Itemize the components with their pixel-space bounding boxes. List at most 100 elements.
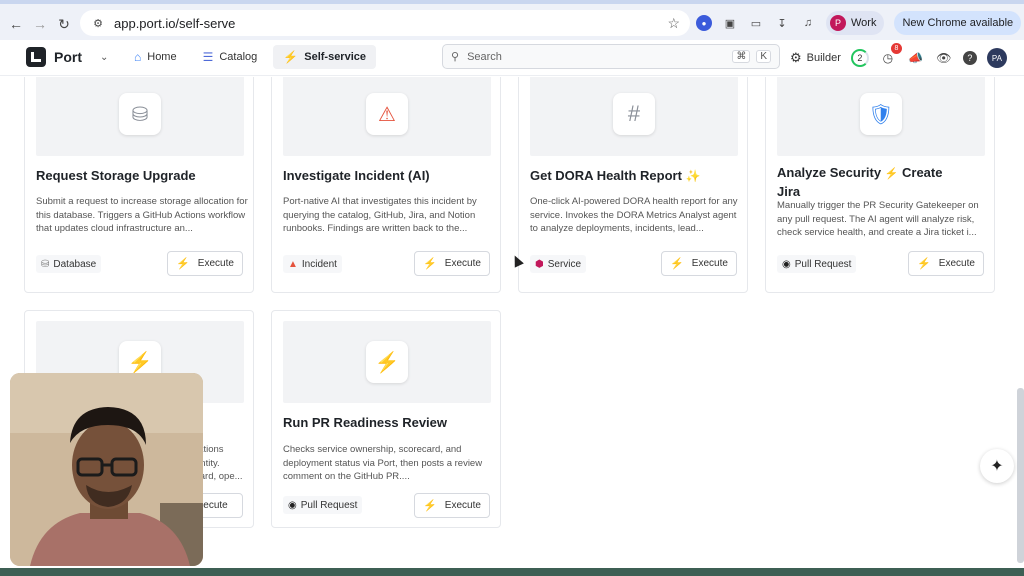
action-card-run-pr-readiness-review: ⚡ Run PR Readiness Review Checks service…	[271, 310, 501, 528]
user-avatar[interactable]: PA	[986, 48, 1007, 68]
execute-button[interactable]: ⚡ Execute	[167, 251, 243, 276]
scrollbar-thumb[interactable]	[1017, 388, 1024, 563]
card-title-part2: Create	[902, 165, 943, 180]
database-icon: ⛁	[119, 93, 161, 135]
bolt-icon: ⚡	[283, 50, 299, 64]
home-icon: ⌂	[134, 50, 142, 64]
extensions-puzzle-icon[interactable]: ▣	[722, 15, 738, 31]
card-title-text: Get DORA Health Report	[530, 168, 682, 183]
chrome-update-button[interactable]: New Chrome available	[894, 11, 1022, 35]
hash-icon: #	[613, 93, 655, 135]
bookmark-star-icon[interactable]: ☆	[667, 15, 680, 32]
card-description: Port-native AI that investigates this in…	[283, 196, 477, 234]
port-logo-icon	[26, 47, 46, 67]
database-icon: ⛁	[41, 258, 50, 270]
execute-button[interactable]: ⚡ Execute	[414, 251, 490, 276]
address-bar[interactable]: ⚙ app.port.io/self-serve ☆	[80, 10, 690, 36]
card-tag[interactable]: ▲ Incident	[283, 255, 342, 273]
search-icon: ⚲	[451, 51, 460, 63]
card-thumbnail: ⛁	[36, 77, 244, 156]
card-tag-label: Database	[53, 258, 97, 270]
reload-icon[interactable]: ↻	[52, 12, 76, 36]
download-icon[interactable]: ↧	[774, 15, 790, 31]
bolt-icon: ⚡	[423, 500, 437, 512]
browser-toolbar-right: ● ▣ ▭ ↧ ♫ P Work New Chrome available	[696, 10, 1022, 36]
sparkle-icon: ✨	[685, 169, 701, 183]
action-card-investigate-incident: ⚠ Investigate Incident (AI) Port-native …	[271, 77, 501, 293]
execute-label: Execute	[444, 500, 481, 511]
card-tag-label: Service	[547, 258, 582, 270]
sparkle-icon: ✦	[990, 458, 1004, 475]
card-title-part1: Analyze Security	[777, 165, 882, 180]
builder-button[interactable]: ⚙ Builder	[790, 50, 841, 66]
card-description: rations entity. card, ope...	[195, 444, 243, 482]
presenter-video	[10, 373, 203, 566]
media-control-icon[interactable]: ♫	[800, 15, 816, 31]
search-placeholder: Search	[467, 50, 502, 63]
bolt-icon: ⚡	[366, 341, 408, 383]
execute-button[interactable]: ⚡ Execute	[661, 251, 737, 276]
browser-chrome: ← → ↻ ⚙ app.port.io/self-serve ☆ ● ▣ ▭ ↧…	[0, 0, 1024, 40]
execute-button[interactable]: ⚡ Execute	[414, 493, 490, 518]
notifications-button[interactable]: ◷ 8	[879, 43, 902, 67]
back-icon[interactable]: ←	[4, 12, 28, 36]
profile-button[interactable]: P Work	[826, 11, 885, 35]
card-tag-label: Pull Request	[300, 499, 358, 511]
github-icon: ◉	[288, 499, 297, 511]
execute-label: Execute	[197, 258, 234, 269]
card-tag[interactable]: ⛁ Database	[36, 255, 102, 273]
nav-home-label: Home	[147, 51, 177, 63]
profile-avatar: P	[830, 15, 846, 31]
chevron-down-icon[interactable]: ⌄	[100, 52, 108, 63]
top-nav: ⌂ Home ☰ Catalog ⚡ Self-service	[124, 45, 376, 69]
app-header: Port ⌄ ⌂ Home ☰ Catalog ⚡ Self-service ⚲…	[0, 40, 1024, 76]
builder-label: Builder	[806, 52, 841, 64]
search-input[interactable]: ⚲ Search ⌘ K	[442, 44, 780, 69]
card-description: Checks service ownership, scorecard, and…	[283, 444, 483, 482]
ai-assistant-button[interactable]: ✦	[980, 449, 1014, 483]
execute-label: Execute	[444, 258, 481, 269]
page-scrollbar[interactable]	[1017, 77, 1024, 576]
card-description: Submit a request to increase storage all…	[36, 196, 248, 234]
gear-icon: ⚙	[790, 50, 802, 65]
shield-icon: 🛡	[860, 93, 902, 135]
desktop-strip	[0, 568, 1024, 576]
search-shortcut: ⌘ K	[732, 50, 771, 63]
cast-icon[interactable]: ▭	[748, 15, 764, 31]
nav-self-service[interactable]: ⚡ Self-service	[273, 45, 376, 69]
nav-home[interactable]: ⌂ Home	[124, 45, 187, 69]
notifications-badge: 8	[890, 43, 902, 54]
help-icon[interactable]: ?	[962, 51, 977, 65]
announcements-icon[interactable]: 📣	[907, 49, 925, 67]
execute-label: Execute	[691, 258, 728, 269]
card-description: One-click AI-powered DORA health report …	[530, 196, 738, 234]
extension-icon[interactable]: ●	[696, 15, 712, 31]
bolt-icon: ⚡	[884, 168, 899, 180]
card-tag[interactable]: ⬢ Service	[530, 255, 587, 273]
cube-icon: ⬢	[535, 258, 544, 270]
action-card-analyze-security: 🛡 Analyze Security ⚡ Create Jira Manuall…	[765, 77, 995, 293]
eye-icon[interactable]: 👁	[935, 49, 953, 67]
port-logo[interactable]: Port ⌄	[26, 47, 108, 67]
warning-icon: ▲	[288, 258, 298, 270]
onboarding-progress[interactable]: 2	[850, 49, 869, 67]
action-card-request-storage-upgrade: ⛁ Request Storage Upgrade Submit a reque…	[24, 77, 254, 293]
bolt-icon: ⚡	[423, 258, 437, 270]
profile-name: Work	[851, 17, 877, 29]
card-title-part3: Jira	[777, 184, 801, 199]
card-title: Investigate Incident (AI)	[283, 168, 430, 183]
bolt-icon: ⚡	[670, 258, 684, 270]
card-tag[interactable]: ◉ Pull Request	[777, 255, 857, 273]
webcam-overlay	[10, 373, 203, 566]
logo-text: Port	[54, 49, 82, 65]
warning-icon: ⚠	[366, 93, 408, 135]
execute-button[interactable]: ⚡ Execute	[908, 251, 984, 276]
site-settings-icon[interactable]: ⚙	[90, 15, 106, 31]
forward-icon[interactable]: →	[28, 12, 52, 36]
shortcut-cmd: ⌘	[732, 50, 751, 63]
card-tag[interactable]: ◉ Pull Request	[283, 496, 363, 514]
card-title: Run PR Readiness Review	[283, 415, 447, 430]
execute-label: Execute	[938, 258, 975, 269]
nav-catalog[interactable]: ☰ Catalog	[193, 45, 268, 69]
url-text: app.port.io/self-serve	[114, 15, 236, 31]
